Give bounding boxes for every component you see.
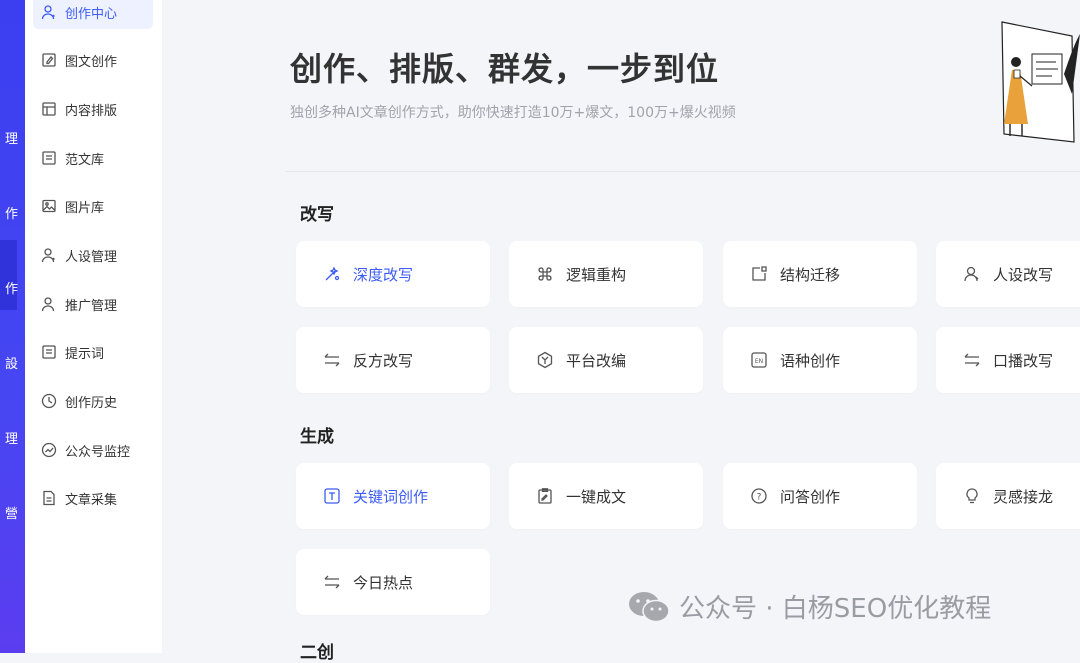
clock-icon bbox=[41, 393, 57, 409]
hero-illustration bbox=[1001, 21, 1080, 143]
command-icon bbox=[536, 265, 554, 283]
card-label: 平台改编 bbox=[566, 351, 627, 370]
card-label: 结构迁移 bbox=[780, 265, 841, 284]
card-deep-rewrite[interactable]: 深度改写 bbox=[296, 241, 490, 307]
card-structure-migration[interactable]: 结构迁移 bbox=[723, 241, 917, 307]
card-one-click-article[interactable]: 一键成文 bbox=[509, 463, 703, 529]
watermark: 公众号 · 白杨SEO优化教程 bbox=[627, 588, 991, 625]
magic-wand-icon bbox=[323, 265, 341, 283]
section-title-secondary-creation: 二创 bbox=[300, 643, 334, 663]
card-label: 逻辑重构 bbox=[566, 265, 627, 284]
sidebar-item-label: 内容排版 bbox=[65, 103, 118, 119]
sidebar-item-label: 提示词 bbox=[65, 346, 105, 362]
main-content: 创作、排版、群发，一步到位 独创多种AI文章创作方式，助你快速打造10万+爆文，… bbox=[162, 0, 1080, 663]
document-icon bbox=[41, 344, 57, 360]
rail-item[interactable]: 設 bbox=[0, 353, 18, 372]
sidebar-item-label: 创作历史 bbox=[65, 395, 118, 411]
card-label: 反方改写 bbox=[353, 351, 414, 370]
rail-item[interactable]: 作 bbox=[0, 203, 18, 222]
sidebar-item-label: 范文库 bbox=[65, 152, 105, 168]
swap-icon bbox=[963, 351, 981, 369]
card-label: 一键成文 bbox=[566, 487, 627, 506]
sidebar-item-promotion-management[interactable]: 推广管理 bbox=[33, 287, 153, 321]
rail-item[interactable]: 作 bbox=[0, 278, 18, 297]
sidebar-item-label: 创作中心 bbox=[65, 6, 118, 22]
sidebar-item-label: 人设管理 bbox=[65, 249, 118, 265]
card-platform-adapt[interactable]: 平台改编 bbox=[509, 327, 703, 393]
card-label: 人设改写 bbox=[993, 265, 1054, 284]
rail-item[interactable]: 理 bbox=[0, 128, 18, 147]
sidebar-item-label: 公众号监控 bbox=[65, 444, 131, 460]
card-inspiration-chain[interactable]: 灵感接龙 bbox=[936, 463, 1080, 529]
swap-icon bbox=[323, 573, 341, 591]
sidebar-item-label: 文章采集 bbox=[65, 492, 118, 508]
hexagon-icon bbox=[536, 351, 554, 369]
divider bbox=[286, 171, 1080, 172]
card-logic-restructure[interactable]: 逻辑重构 bbox=[509, 241, 703, 307]
sidebar-item-creation-history[interactable]: 创作历史 bbox=[33, 384, 153, 418]
card-today-hot[interactable]: 今日热点 bbox=[296, 549, 490, 615]
sidebar-item-persona-management[interactable]: 人设管理 bbox=[33, 238, 153, 272]
user-icon bbox=[41, 247, 57, 263]
trend-icon bbox=[41, 442, 57, 458]
sidebar-item-sample-library[interactable]: 范文库 bbox=[33, 141, 153, 175]
card-opposite-rewrite[interactable]: 反方改写 bbox=[296, 327, 490, 393]
card-persona-rewrite[interactable]: 人设改写 bbox=[936, 241, 1080, 307]
structure-icon bbox=[750, 265, 768, 283]
card-label: 问答创作 bbox=[780, 487, 841, 506]
sidebar-item-label: 推广管理 bbox=[65, 298, 118, 314]
rail-item[interactable]: 理 bbox=[0, 428, 18, 447]
clipboard-icon bbox=[536, 487, 554, 505]
card-label: 语种创作 bbox=[780, 351, 841, 370]
card-label: 灵感接龙 bbox=[993, 487, 1054, 506]
file-icon bbox=[41, 490, 57, 506]
page-title: 创作、排版、群发，一步到位 bbox=[290, 50, 720, 88]
user-icon bbox=[963, 265, 981, 283]
sidebar-item-creation-center[interactable]: 创作中心 bbox=[33, 0, 153, 29]
document-icon bbox=[41, 150, 57, 166]
card-qa-creation[interactable]: ? 问答创作 bbox=[723, 463, 917, 529]
card-keyword-creation[interactable]: 关键词创作 bbox=[296, 463, 490, 529]
sidebar: 创作中心 图文创作 内容排版 范文库 图片库 人设管理 推广管理 提示词 创作历… bbox=[25, 0, 162, 653]
language-icon: EN bbox=[750, 351, 768, 369]
sidebar-item-account-monitor[interactable]: 公众号监控 bbox=[33, 433, 153, 467]
rail-active-indicator bbox=[0, 240, 17, 310]
card-label: 今日热点 bbox=[353, 573, 414, 592]
sidebar-item-image-library[interactable]: 图片库 bbox=[33, 189, 153, 223]
svg-text:EN: EN bbox=[755, 358, 763, 365]
card-label: 关键词创作 bbox=[353, 487, 429, 506]
sidebar-item-label: 图片库 bbox=[65, 200, 105, 216]
wechat-icon bbox=[629, 591, 670, 622]
sidebar-item-article-collection[interactable]: 文章采集 bbox=[33, 481, 153, 515]
edit-icon bbox=[41, 52, 57, 68]
bulb-icon bbox=[963, 487, 981, 505]
card-language-creation[interactable]: EN 语种创作 bbox=[723, 327, 917, 393]
svg-text:?: ? bbox=[757, 493, 762, 503]
sidebar-item-content-layout[interactable]: 内容排版 bbox=[33, 92, 153, 126]
sidebar-item-prompts[interactable]: 提示词 bbox=[33, 335, 153, 369]
image-icon bbox=[41, 198, 57, 214]
user-icon bbox=[41, 4, 57, 20]
swap-icon bbox=[323, 351, 341, 369]
section-title-rewrite: 改写 bbox=[300, 205, 334, 225]
question-icon: ? bbox=[750, 487, 768, 505]
sidebar-item-article-creation[interactable]: 图文创作 bbox=[33, 43, 153, 77]
card-label: 深度改写 bbox=[353, 265, 414, 284]
rail-item[interactable]: 營 bbox=[0, 503, 18, 522]
text-icon bbox=[323, 487, 341, 505]
user-icon bbox=[41, 296, 57, 312]
section-title-generate: 生成 bbox=[300, 427, 334, 447]
sidebar-item-label: 图文创作 bbox=[65, 54, 118, 70]
page-subtitle: 独创多种AI文章创作方式，助你快速打造10万+爆文，100万+爆火视频 bbox=[290, 105, 736, 121]
card-voiceover-rewrite[interactable]: 口播改写 bbox=[936, 327, 1080, 393]
layout-icon bbox=[41, 101, 57, 117]
left-rail: 理 作 作 設 理 營 bbox=[0, 0, 25, 653]
card-label: 口播改写 bbox=[993, 351, 1054, 370]
watermark-text: 公众号 · 白杨SEO优化教程 bbox=[679, 594, 992, 624]
